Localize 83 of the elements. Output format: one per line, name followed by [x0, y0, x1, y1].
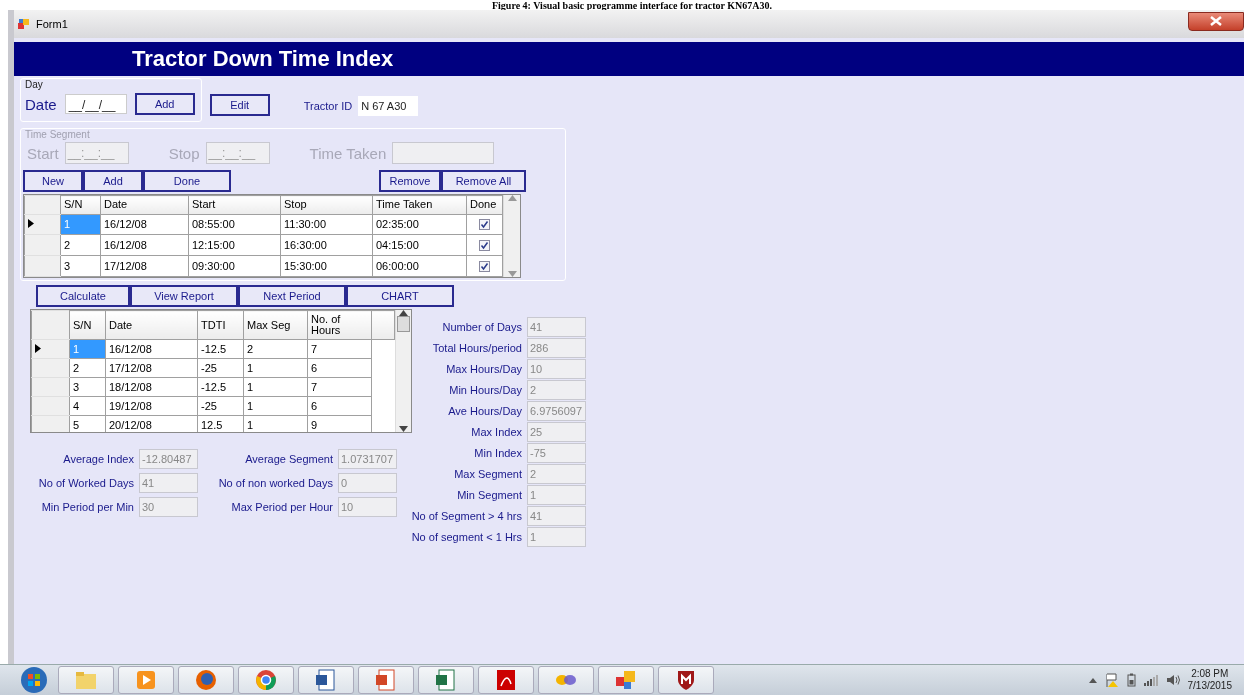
scroll-up-icon: [507, 195, 517, 201]
clock-date: 7/13/2015: [1187, 680, 1232, 692]
form-header: Tractor Down Time Index: [14, 42, 1244, 76]
add-button[interactable]: Add: [134, 93, 195, 115]
figure-caption: Figure 4: Visual basic programme interface for tractor KN67A30.: [490, 0, 773, 10]
checkbox[interactable]: [479, 260, 490, 272]
taskbar-button[interactable]: [178, 666, 234, 694]
field-label: Start: [27, 144, 59, 162]
field-label: Min Hours/Day: [449, 384, 522, 396]
column-header[interactable]: No. of Hours: [307, 310, 372, 340]
row-pointer-icon: [28, 219, 34, 229]
checkbox[interactable]: [479, 219, 490, 230]
column-header[interactable]: S/N: [60, 195, 101, 215]
field-label: No of Segment > 4 hrs: [411, 510, 522, 522]
field-label: Min Index: [474, 447, 522, 459]
action-button[interactable]: Next Period: [238, 285, 346, 307]
battery-icon: [1126, 673, 1136, 687]
column-header[interactable]: S/N: [69, 310, 106, 340]
group-legend: Day: [21, 79, 201, 90]
flag-warning-icon: [1104, 673, 1119, 687]
row-pointer-icon: [35, 344, 41, 353]
tractor-id-label: Tractor ID: [303, 100, 353, 112]
date-field[interactable]: __/__/__: [64, 94, 127, 114]
field-label: No of non worked Days: [217, 477, 333, 489]
scroll-down-icon: [507, 271, 517, 277]
field-label: Total Hours/period: [432, 342, 522, 354]
taskbar-button[interactable]: [538, 666, 594, 694]
field-label: Max Segment: [454, 468, 522, 480]
field-label: Ave Hours/Day: [448, 405, 522, 417]
field-label: Number of Days: [442, 321, 522, 333]
window-title: Form1: [36, 18, 68, 30]
taskbar-button[interactable]: [298, 666, 354, 694]
taskbar-button[interactable]: [358, 666, 414, 694]
edit-button[interactable]: Edit: [209, 94, 270, 116]
taskbar-button[interactable]: [238, 666, 294, 694]
tray-expand-icon: [1088, 677, 1097, 683]
field-label: Min Segment: [457, 489, 522, 501]
group-legend: Time Segment: [21, 129, 565, 140]
field-label: Stop: [168, 144, 200, 162]
scroll-thumb[interactable]: [397, 316, 410, 332]
taskbar-button[interactable]: [478, 666, 534, 694]
field-label: Max Index: [471, 426, 522, 438]
form-icon: [18, 18, 30, 30]
close-icon: [1210, 16, 1222, 26]
speaker-icon: [1165, 674, 1180, 686]
column-header[interactable]: Time Taken: [372, 195, 467, 215]
checkbox[interactable]: [479, 239, 490, 251]
tractor-id-field[interactable]: N 67 A30: [358, 96, 419, 116]
play-icon: [134, 668, 158, 692]
field-label: No of Worked Days: [37, 477, 134, 489]
field-label: Time Taken: [309, 144, 387, 162]
column-header[interactable]: Done: [466, 195, 503, 215]
column-header[interactable]: Date: [105, 310, 198, 340]
scroll-down-icon: [399, 426, 408, 432]
field-label: Average Index: [62, 453, 134, 465]
date-label: Date: [25, 95, 57, 113]
field-label: Max Hours/Day: [446, 363, 522, 375]
action-button[interactable]: View Report: [130, 285, 238, 307]
field-label: No of segment < 1 Hrs: [411, 531, 522, 543]
slides-icon: [374, 668, 398, 692]
clock-time: 2:08 PM: [1191, 668, 1229, 680]
windows-logo-icon: [20, 666, 48, 694]
spreadsheet-icon: [434, 668, 458, 692]
action-button[interactable]: CHART: [346, 285, 454, 307]
close-button[interactable]: [1188, 11, 1244, 31]
taskbar-button[interactable]: [418, 666, 474, 694]
action-button[interactable]: Calculate: [36, 285, 130, 307]
field-label: Max Period per Hour: [230, 501, 333, 513]
document-icon: [314, 668, 338, 692]
tiles-icon: [614, 668, 638, 692]
signal-icon: [1143, 674, 1158, 686]
taskbar-button[interactable]: [598, 666, 654, 694]
scrollbar[interactable]: [395, 310, 411, 432]
column-header[interactable]: TDTI: [197, 310, 244, 340]
round-logo-icon: [254, 668, 278, 692]
column-header[interactable]: Start: [188, 195, 281, 215]
taskbar-button[interactable]: [658, 666, 714, 694]
column-header[interactable]: Date: [100, 195, 189, 215]
field-label: Min Period per Min: [40, 501, 134, 513]
column-header[interactable]: Max Seg: [243, 310, 308, 340]
column-header[interactable]: Stop: [280, 195, 373, 215]
field-label: Average Segment: [244, 453, 333, 465]
row-header[interactable]: [24, 214, 61, 235]
